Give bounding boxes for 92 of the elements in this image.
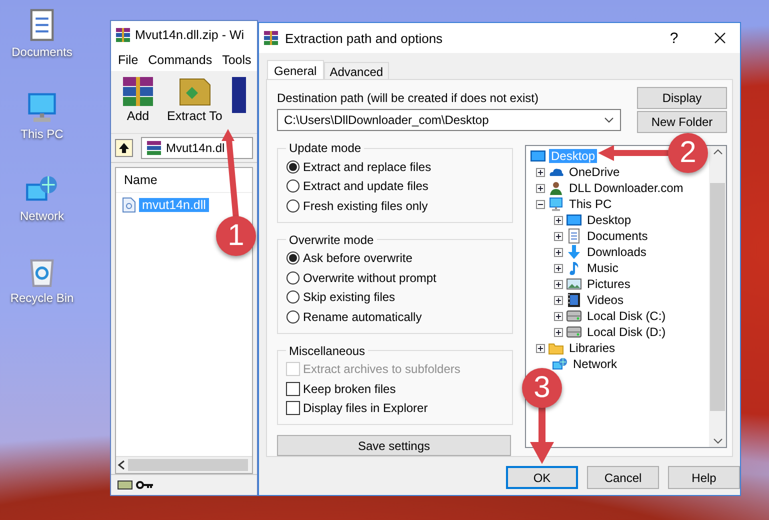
option-label[interactable]: Extract and update files <box>303 179 428 194</box>
expand-toggle[interactable] <box>536 344 545 352</box>
radio-button[interactable] <box>286 198 300 213</box>
option-label[interactable]: Extract and replace files <box>303 160 432 174</box>
dialog-button[interactable]: OK <box>506 466 578 489</box>
option-label[interactable]: Overwrite without prompt <box>303 270 436 285</box>
tree-item[interactable]: Music <box>585 261 620 275</box>
dialog-title: Extraction path and options <box>285 30 444 46</box>
checkbox[interactable] <box>286 382 300 396</box>
expand-toggle[interactable] <box>554 328 563 336</box>
help-button[interactable]: ? <box>654 23 694 53</box>
key-icon <box>136 480 154 490</box>
tab[interactable]: Advanced <box>324 62 390 79</box>
expand-toggle[interactable] <box>536 168 545 176</box>
toolbar-button[interactable]: Extract To <box>165 75 224 129</box>
tree-item[interactable]: DLL Downloader.com <box>567 181 686 195</box>
expand-toggle[interactable] <box>536 184 545 192</box>
collapse-toggle[interactable] <box>536 200 545 208</box>
expand-toggle[interactable] <box>554 280 563 288</box>
down-arrow-icon <box>566 244 582 260</box>
toolbar-button[interactable]: Add <box>119 75 157 129</box>
archive-icon <box>263 30 279 46</box>
radio-button[interactable] <box>286 251 300 266</box>
monitor-icon <box>566 212 582 228</box>
side-button[interactable]: New Folder <box>637 111 727 133</box>
option-label[interactable]: Keep broken files <box>303 382 396 396</box>
toolbar-icon[interactable] <box>232 75 246 115</box>
user-icon <box>548 180 564 196</box>
film-icon <box>566 292 582 308</box>
expand-toggle[interactable] <box>554 232 563 240</box>
save-settings-button[interactable]: Save settings <box>277 435 511 456</box>
tree-item[interactable]: Pictures <box>585 277 632 291</box>
computer-icon <box>548 196 564 212</box>
option-label[interactable]: Rename automatically <box>303 310 422 324</box>
tree-item[interactable]: Local Disk (D:) <box>585 325 668 339</box>
scroll-up-icon[interactable] <box>712 149 722 155</box>
expand-toggle[interactable] <box>554 248 563 256</box>
scrollbar-thumb[interactable] <box>710 182 725 410</box>
radio-button[interactable] <box>286 160 300 174</box>
tree-item[interactable]: Desktop <box>585 213 634 227</box>
books-icon <box>121 75 155 107</box>
picture-icon <box>566 276 582 292</box>
radio-button[interactable] <box>286 179 300 194</box>
checkbox[interactable] <box>286 401 300 416</box>
radio-button[interactable] <box>286 310 300 324</box>
option-label[interactable]: Ask before overwrite <box>303 251 412 266</box>
menu-item[interactable]: Tools <box>217 53 256 67</box>
window-title: Mvut14n.dll.zip - Wi <box>135 28 244 42</box>
group-title: Miscellaneous <box>288 344 366 358</box>
tree-item[interactable]: Videos <box>585 293 626 307</box>
option-label[interactable]: Skip existing files <box>303 290 396 304</box>
up-arrow-icon <box>118 142 130 154</box>
tree-item[interactable]: Libraries <box>567 341 618 355</box>
expand-toggle[interactable] <box>554 216 563 224</box>
drive-icon <box>566 324 582 340</box>
menu-item[interactable]: Commands <box>143 53 218 67</box>
network-icon <box>552 356 568 372</box>
expand-toggle[interactable] <box>554 296 563 304</box>
tree-item[interactable]: Network <box>571 357 620 371</box>
tab[interactable]: General <box>267 60 324 79</box>
side-button[interactable]: Display <box>637 87 727 109</box>
radio-button[interactable] <box>286 270 300 285</box>
file-icon <box>122 197 136 213</box>
tree-item[interactable]: This PC <box>567 197 614 211</box>
column-header[interactable]: Name <box>124 173 158 187</box>
monitor-icon <box>530 148 546 164</box>
destination-path-field[interactable]: C:\Users\DllDownloader_com\Desktop <box>277 109 621 131</box>
radio-button[interactable] <box>286 290 300 304</box>
option-label[interactable]: Display files in Explorer <box>303 401 428 416</box>
scroll-down-icon[interactable] <box>712 438 722 444</box>
tree-item[interactable]: OneDrive <box>567 165 622 179</box>
expand-toggle[interactable] <box>554 264 563 272</box>
field-label: Destination path (will be created if does not exist) <box>277 91 538 105</box>
dialog-button[interactable]: Help <box>668 466 740 489</box>
scrollbar-thumb[interactable] <box>128 458 248 472</box>
document-icon <box>566 228 582 244</box>
archive-icon <box>146 140 162 156</box>
option-label[interactable]: Fresh existing files only <box>303 198 428 213</box>
drive-icon <box>117 479 133 491</box>
tree-item[interactable]: Local Disk (C:) <box>585 309 668 323</box>
dialog-button[interactable]: Cancel <box>587 466 659 489</box>
up-folder-button[interactable] <box>115 139 133 157</box>
drive-icon <box>566 308 582 324</box>
close-icon <box>714 32 726 44</box>
group-title: Overwrite mode <box>288 232 375 246</box>
group-title: Update mode <box>288 141 362 155</box>
menu-item[interactable]: File <box>113 53 144 67</box>
tree-item[interactable]: Downloads <box>585 245 648 259</box>
expand-toggle[interactable] <box>554 312 563 320</box>
path-field[interactable]: Mvut14n.dl <box>141 137 253 159</box>
archive-icon <box>115 27 131 43</box>
tree-item[interactable]: Documents <box>585 229 650 243</box>
